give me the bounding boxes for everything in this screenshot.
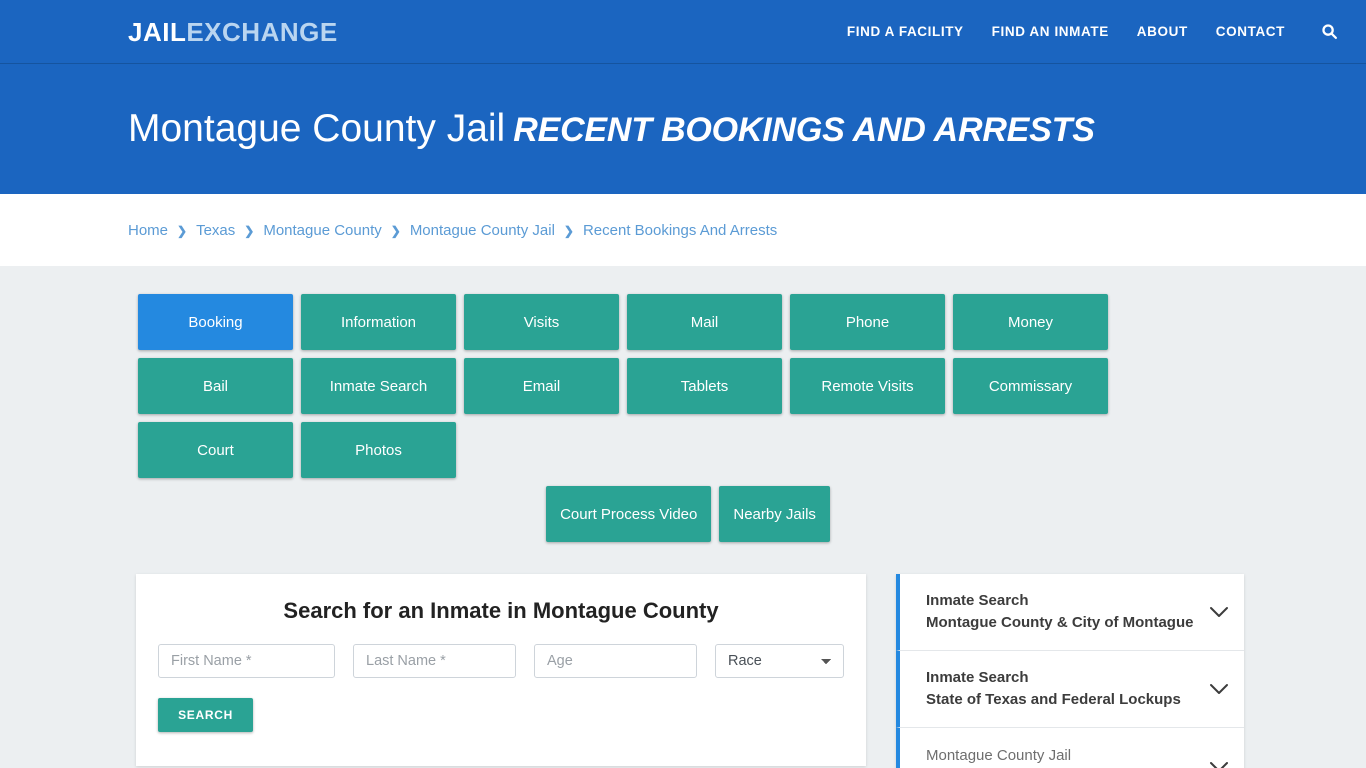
tab-money[interactable]: Money	[953, 294, 1108, 350]
accordion-item-line1: Montague County Jail	[926, 746, 1072, 764]
accordion-item-line2: State of Texas and Federal Lockups	[926, 691, 1181, 708]
race-select[interactable]: Race	[715, 644, 844, 678]
accordion-item-inmate-search-state[interactable]: Inmate Search State of Texas and Federal…	[896, 651, 1244, 728]
page-title: Montague County Jail Recent Bookings and …	[128, 106, 1095, 151]
search-submit-button[interactable]: SEARCH	[158, 698, 253, 732]
facility-section-tabs: Booking Information Visits Mail Phone Mo…	[138, 294, 1238, 478]
accordion-item-inmate-search-county[interactable]: Inmate Search Montague County & City of …	[896, 574, 1244, 651]
age-input[interactable]	[534, 644, 697, 678]
breadcrumb-item-montague-county-jail[interactable]: Montague County Jail	[410, 222, 555, 239]
tab-court-process-video[interactable]: Court Process Video	[546, 486, 712, 542]
tab-booking[interactable]: Booking	[138, 294, 293, 350]
tab-email[interactable]: Email	[464, 358, 619, 414]
nav-item-contact[interactable]: CONTACT	[1216, 24, 1285, 39]
breadcrumb-item-home[interactable]: Home	[128, 222, 168, 239]
tab-photos[interactable]: Photos	[301, 422, 456, 478]
sidebar-accordion: Inmate Search Montague County & City of …	[896, 574, 1244, 768]
page-title-main: Montague County Jail	[128, 106, 506, 150]
content-columns: Search for an Inmate in Montague County …	[136, 574, 1244, 768]
breadcrumb-separator-icon: ❯	[390, 224, 401, 238]
breadcrumb-item-texas[interactable]: Texas	[196, 222, 235, 239]
breadcrumb-bar: Home ❯ Texas ❯ Montague County ❯ Montagu…	[0, 194, 1366, 266]
tab-remote-visits[interactable]: Remote Visits	[790, 358, 945, 414]
chevron-down-icon	[1208, 606, 1230, 618]
accordion-item-text: Inmate Search Montague County & City of …	[926, 590, 1198, 634]
main-content: Booking Information Visits Mail Phone Mo…	[0, 266, 1366, 768]
inmate-search-fields: Race	[158, 644, 844, 678]
hero-banner: Montague County Jail Recent Bookings and …	[0, 64, 1366, 194]
tab-inmate-search[interactable]: Inmate Search	[301, 358, 456, 414]
breadcrumb-item-montague-county[interactable]: Montague County	[263, 222, 381, 239]
accordion-item-contact-information[interactable]: Montague County Jail Contact Information	[896, 728, 1244, 768]
accordion-item-line2: Montague County & City of Montague	[926, 614, 1194, 631]
top-navigation-bar: JAILEXCHANGE FIND A FACILITY FIND AN INM…	[0, 0, 1366, 64]
search-icon	[1322, 24, 1338, 40]
tab-nearby-jails[interactable]: Nearby Jails	[719, 486, 830, 542]
search-icon-button[interactable]	[1319, 21, 1340, 42]
accordion-item-line1: Inmate Search	[926, 669, 1029, 687]
site-logo[interactable]: JAILEXCHANGE	[128, 19, 338, 45]
nav-item-find-an-inmate[interactable]: FIND AN INMATE	[992, 24, 1109, 39]
tab-visits[interactable]: Visits	[464, 294, 619, 350]
left-column: Search for an Inmate in Montague County …	[136, 574, 866, 768]
tab-court[interactable]: Court	[138, 422, 293, 478]
chevron-down-icon	[1208, 683, 1230, 695]
tab-commissary[interactable]: Commissary	[953, 358, 1108, 414]
tab-tablets[interactable]: Tablets	[627, 358, 782, 414]
logo-text-exchange: EXCHANGE	[186, 16, 338, 47]
tab-information[interactable]: Information	[301, 294, 456, 350]
inmate-search-panel: Search for an Inmate in Montague County …	[136, 574, 866, 766]
nav-item-about[interactable]: ABOUT	[1137, 24, 1188, 39]
tab-bail[interactable]: Bail	[138, 358, 293, 414]
accordion-item-text: Montague County Jail Contact Information	[926, 745, 1198, 768]
tab-mail[interactable]: Mail	[627, 294, 782, 350]
primary-nav: FIND A FACILITY FIND AN INMATE ABOUT CON…	[847, 21, 1340, 42]
right-column: Inmate Search Montague County & City of …	[896, 574, 1244, 768]
breadcrumb-item-current: Recent Bookings And Arrests	[582, 221, 778, 239]
facility-section-tabs-row3: Court Process Video Nearby Jails	[138, 486, 1238, 542]
logo-text-jail: JAIL	[128, 16, 187, 47]
inmate-search-heading: Search for an Inmate in Montague County	[283, 598, 719, 623]
breadcrumb-separator-icon: ❯	[244, 224, 255, 238]
accordion-item-line1: Inmate Search	[926, 592, 1029, 610]
breadcrumb: Home ❯ Texas ❯ Montague County ❯ Montagu…	[128, 222, 777, 239]
last-name-input[interactable]	[353, 644, 516, 678]
breadcrumb-separator-icon: ❯	[563, 224, 574, 238]
accordion-item-text: Inmate Search State of Texas and Federal…	[926, 667, 1198, 711]
tab-phone[interactable]: Phone	[790, 294, 945, 350]
breadcrumb-separator-icon: ❯	[177, 224, 188, 238]
chevron-down-icon	[1208, 761, 1230, 768]
page-title-sub: Recent Bookings and Arrests	[513, 110, 1095, 149]
first-name-input[interactable]	[158, 644, 335, 678]
nav-item-find-a-facility[interactable]: FIND A FACILITY	[847, 24, 964, 39]
